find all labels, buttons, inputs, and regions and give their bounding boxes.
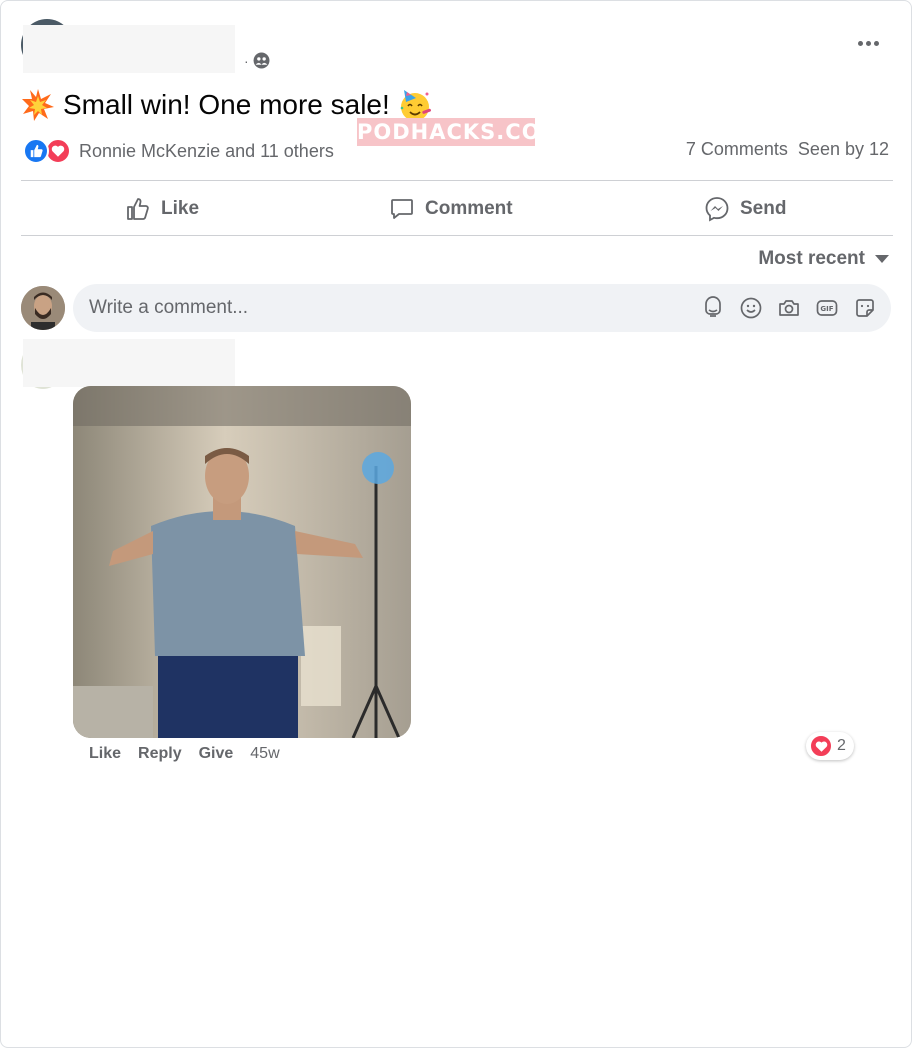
watermark: PODHACKS.CO [357,118,541,146]
composer-icons: GIF [701,296,877,320]
messenger-icon [705,197,729,222]
divider [21,235,893,236]
comment-reply-link[interactable]: Reply [138,745,182,763]
speech-bubble-icon [391,199,413,219]
caret-down-icon [875,255,889,263]
comment-actions: Like Reply Give 45w [89,745,280,763]
reaction-summary[interactable]: Ronnie McKenzie and 11 others [23,137,334,165]
sticker-icon[interactable] [853,296,877,320]
like-button-label: Like [161,198,200,219]
gif-icon[interactable]: GIF [815,296,839,320]
divider [21,180,893,181]
emoji-icon[interactable] [739,296,763,320]
more-options-button[interactable] [851,31,885,55]
avatar-sticker-icon[interactable] [701,296,725,320]
send-button[interactable]: Send [704,191,786,227]
comment-sort-dropdown[interactable]: Most recent [758,248,889,270]
post-text-content: Small win! One more sale! [63,89,390,120]
love-reaction-icon [809,734,833,758]
commenter-name-redacted [23,339,235,387]
comment-reaction-count: 2 [837,737,846,754]
comments-count[interactable]: 7 Comments [686,139,788,160]
comment-like-link[interactable]: Like [89,745,121,763]
post-stats: 7 Comments Seen by 12 [686,139,889,160]
partying-face-icon [400,90,431,121]
comment-input[interactable]: Write a comment... GIF [73,284,891,332]
friends-privacy-icon[interactable] [253,52,270,69]
comment-reaction-badge[interactable]: 2 [806,732,854,760]
thumbs-up-icon [127,198,149,220]
seen-by-count[interactable]: Seen by 12 [798,139,889,160]
camera-icon[interactable] [777,296,801,320]
like-button[interactable]: Like [125,191,199,227]
viewer-avatar[interactable] [21,286,65,330]
more-dot [873,40,879,46]
send-button-label: Send [740,198,787,219]
svg-text:GIF: GIF [820,305,833,313]
comment-give-link[interactable]: Give [199,745,234,763]
like-reaction-icon [23,138,49,164]
post-card: · Small win! One more sale! PODHACKS.CO [0,0,912,1048]
comment-timestamp[interactable]: 45w [250,745,279,763]
collision-icon [22,89,54,121]
more-dot [857,40,863,46]
privacy-separator: · [244,53,249,69]
sort-label: Most recent [758,248,865,269]
author-name-redacted [23,25,235,73]
comment-button-label: Comment [425,198,513,219]
more-dot [865,40,871,46]
comment-input-placeholder: Write a comment... [89,297,249,318]
reaction-names[interactable]: Ronnie McKenzie and 11 others [79,141,334,162]
comment-button[interactable]: Comment [389,191,513,227]
comment-gif-image[interactable] [73,386,411,738]
